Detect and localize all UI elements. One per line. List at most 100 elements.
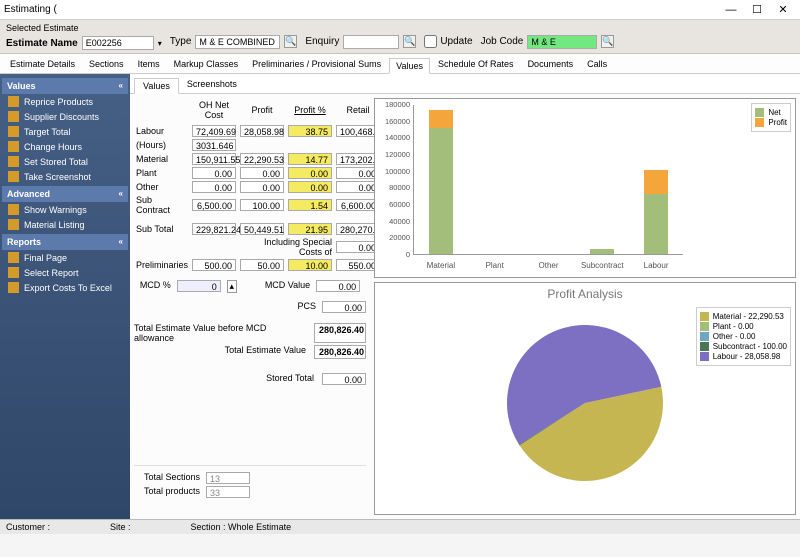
menu-icon [8, 282, 19, 293]
stepper-icon[interactable]: ▴ [227, 280, 237, 293]
sidebar: Values«Reprice ProductsSupplier Discount… [0, 74, 130, 519]
enquiry-label: Enquiry [305, 36, 339, 47]
bar-chart-legend: NetProfit [751, 103, 791, 132]
y-tick: 120000 [376, 150, 410, 159]
row-label: Sub Total [134, 222, 190, 236]
oh-cell[interactable]: 150,911.55 [192, 153, 236, 165]
profit-pct-cell[interactable]: 0.00 [288, 167, 332, 179]
mcd-value-field: 0.00 [316, 280, 360, 292]
oh-cell[interactable]: 500.00 [192, 259, 236, 271]
estimate-name-input[interactable]: E002256 [82, 36, 154, 50]
sidebar-item-set-stored-total[interactable]: Set Stored Total [2, 154, 128, 169]
profit-cell[interactable]: 0.00 [240, 167, 284, 179]
y-tick: 160000 [376, 117, 410, 126]
oh-cell[interactable]: 229,821.24 [192, 223, 236, 235]
tab-schedule-of-rates[interactable]: Schedule Of Rates [432, 57, 520, 73]
sidebar-section-advanced[interactable]: Advanced« [2, 186, 128, 202]
x-category: Other [538, 261, 558, 270]
selected-estimate-label: Selected Estimate [6, 23, 162, 33]
profit-pct-cell[interactable]: 38.75 [288, 125, 332, 137]
menu-icon [8, 171, 19, 182]
profit-cell[interactable]: 100.00 [240, 199, 284, 211]
pcs-label: PCS [297, 301, 316, 313]
y-tick: 140000 [376, 133, 410, 142]
close-button[interactable]: ✕ [770, 3, 796, 16]
search-icon[interactable]: 🔍 [601, 35, 614, 48]
type-label: Type [170, 36, 192, 47]
row-label: (Hours) [134, 138, 190, 152]
tab-sections[interactable]: Sections [83, 57, 130, 73]
pie-title: Profit Analysis [375, 283, 795, 305]
bar-chart: NetProfit 020000400006000080000100000120… [374, 98, 796, 278]
enquiry-input[interactable] [343, 35, 399, 49]
profit-cell[interactable]: 28,058.98 [240, 125, 284, 137]
estimate-dropdown-icon[interactable]: ▾ [158, 39, 162, 48]
mcd-value-label: MCD Value [265, 280, 310, 293]
window-title: Estimating ( [4, 4, 718, 15]
y-tick: 180000 [376, 100, 410, 109]
mcd-pct-input[interactable]: 0 [177, 280, 221, 292]
sidebar-section-reports[interactable]: Reports« [2, 234, 128, 250]
total-before-mcd-value: 280,826.40 [314, 323, 366, 343]
type-input[interactable]: M & E COMBINED [195, 35, 280, 49]
profit-pct-cell[interactable]: 21.95 [288, 223, 332, 235]
y-tick: 20000 [376, 233, 410, 242]
profit-cell[interactable]: 22,290.53 [240, 153, 284, 165]
mcd-pct-label: MCD % [140, 280, 171, 293]
profit-cell[interactable]: 50.00 [240, 259, 284, 271]
pie-chart-legend: Material - 22,290.53Plant - 0.00Other - … [696, 307, 791, 366]
oh-cell[interactable]: 3031.646 [192, 139, 236, 151]
y-tick: 0 [376, 250, 410, 259]
subtab-screenshots[interactable]: Screenshots [179, 77, 245, 93]
search-icon[interactable]: 🔍 [284, 35, 297, 48]
oh-cell[interactable]: 0.00 [192, 181, 236, 193]
y-tick: 60000 [376, 200, 410, 209]
row-label: Sub Contract [134, 194, 190, 216]
tab-estimate-details[interactable]: Estimate Details [4, 57, 81, 73]
menu-icon [8, 141, 19, 152]
col-header: Profit % [286, 100, 334, 124]
sidebar-item-change-hours[interactable]: Change Hours [2, 139, 128, 154]
profit-pct-cell[interactable]: 1.54 [288, 199, 332, 211]
search-icon[interactable]: 🔍 [403, 35, 416, 48]
minimize-button[interactable]: — [718, 4, 744, 16]
sidebar-item-take-screenshot[interactable]: Take Screenshot [2, 169, 128, 184]
oh-cell[interactable]: 6,500.00 [192, 199, 236, 211]
tab-values[interactable]: Values [389, 58, 430, 74]
jobcode-input[interactable]: M & E [527, 35, 597, 49]
legend-item: Other - 0.00 [700, 332, 787, 341]
sidebar-item-target-total[interactable]: Target Total [2, 124, 128, 139]
sidebar-item-show-warnings[interactable]: Show Warnings [2, 202, 128, 217]
estimate-name-label: Estimate Name [6, 38, 78, 49]
sidebar-item-reprice-products[interactable]: Reprice Products [2, 94, 128, 109]
sidebar-section-values[interactable]: Values« [2, 78, 128, 94]
tab-preliminaries-provisional-sums[interactable]: Preliminaries / Provisional Sums [246, 57, 387, 73]
tab-markup-classes[interactable]: Markup Classes [168, 57, 245, 73]
profit-cell[interactable]: 50,449.51 [240, 223, 284, 235]
titlebar: Estimating ( — ☐ ✕ [0, 0, 800, 20]
sidebar-item-export-costs-to-excel[interactable]: Export Costs To Excel [2, 280, 128, 295]
tab-documents[interactable]: Documents [522, 57, 580, 73]
profit-cell[interactable]: 0.00 [240, 181, 284, 193]
menu-icon [8, 111, 19, 122]
row-label: Labour [134, 124, 190, 138]
sub-tabstrip: ValuesScreenshots [130, 74, 800, 94]
tab-items[interactable]: Items [132, 57, 166, 73]
tab-calls[interactable]: Calls [581, 57, 613, 73]
legend-item: Profit [755, 118, 787, 127]
bar-subcontract [590, 249, 614, 254]
profit-pct-cell[interactable]: 0.00 [288, 181, 332, 193]
oh-cell[interactable]: 0.00 [192, 167, 236, 179]
sidebar-item-final-page[interactable]: Final Page [2, 250, 128, 265]
sidebar-item-supplier-discounts[interactable]: Supplier Discounts [2, 109, 128, 124]
subtab-values[interactable]: Values [134, 78, 179, 94]
profit-pct-cell[interactable]: 10.00 [288, 259, 332, 271]
sidebar-item-material-listing[interactable]: Material Listing [2, 217, 128, 232]
menu-icon [8, 126, 19, 137]
sidebar-item-select-report[interactable]: Select Report [2, 265, 128, 280]
update-checkbox[interactable] [424, 35, 437, 48]
stored-total-label: Stored Total [266, 373, 314, 385]
maximize-button[interactable]: ☐ [744, 3, 770, 16]
profit-pct-cell[interactable]: 14.77 [288, 153, 332, 165]
oh-cell[interactable]: 72,409.69 [192, 125, 236, 137]
